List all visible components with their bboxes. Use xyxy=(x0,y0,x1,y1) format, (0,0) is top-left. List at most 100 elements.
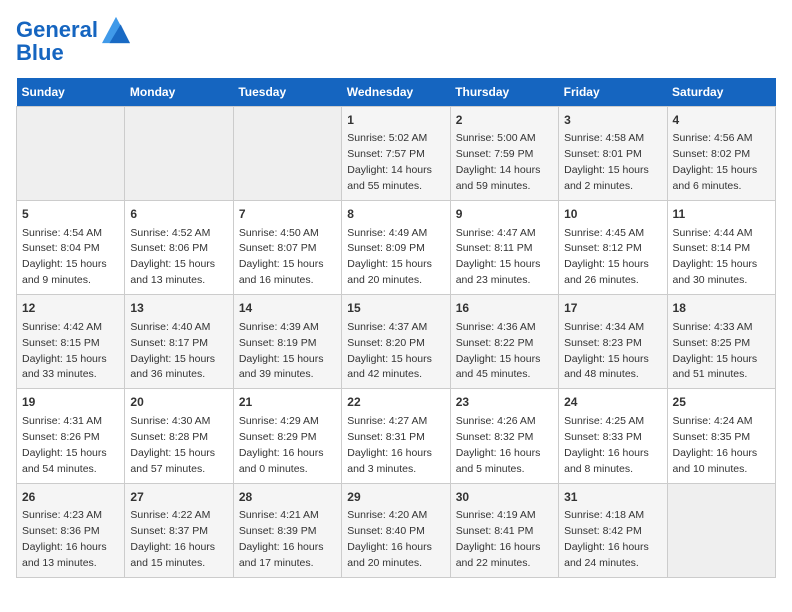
day-info: Sunrise: 4:20 AM Sunset: 8:40 PM Dayligh… xyxy=(347,509,432,569)
calendar-week-row: 5 Sunrise: 4:54 AM Sunset: 8:04 PM Daylig… xyxy=(17,201,776,295)
day-number: 5 xyxy=(22,206,119,223)
calendar-cell: 9 Sunrise: 4:47 AM Sunset: 8:11 PM Daylig… xyxy=(450,201,558,295)
day-number: 22 xyxy=(347,394,444,411)
day-number: 9 xyxy=(456,206,553,223)
day-number: 23 xyxy=(456,394,553,411)
day-header-friday: Friday xyxy=(559,78,667,107)
day-info: Sunrise: 4:37 AM Sunset: 8:20 PM Dayligh… xyxy=(347,321,432,381)
day-header-monday: Monday xyxy=(125,78,233,107)
day-info: Sunrise: 4:49 AM Sunset: 8:09 PM Dayligh… xyxy=(347,227,432,287)
day-info: Sunrise: 4:39 AM Sunset: 8:19 PM Dayligh… xyxy=(239,321,324,381)
day-info: Sunrise: 4:45 AM Sunset: 8:12 PM Dayligh… xyxy=(564,227,649,287)
day-number: 18 xyxy=(673,300,770,317)
calendar-week-row: 19 Sunrise: 4:31 AM Sunset: 8:26 PM Dayli… xyxy=(17,389,776,483)
day-number: 12 xyxy=(22,300,119,317)
calendar-cell: 2 Sunrise: 5:00 AM Sunset: 7:59 PM Daylig… xyxy=(450,107,558,201)
calendar-cell: 26Sunrise: 4:23 AM Sunset: 8:36 PM Dayli… xyxy=(17,483,125,577)
day-number: 24 xyxy=(564,394,661,411)
day-number: 10 xyxy=(564,206,661,223)
day-info: Sunrise: 4:58 AM Sunset: 8:01 PM Dayligh… xyxy=(564,132,649,192)
day-info: Sunrise: 4:27 AM Sunset: 8:31 PM Dayligh… xyxy=(347,415,432,475)
calendar-cell: 21Sunrise: 4:29 AM Sunset: 8:29 PM Dayli… xyxy=(233,389,341,483)
day-number: 8 xyxy=(347,206,444,223)
day-number: 17 xyxy=(564,300,661,317)
calendar-cell: 29 Sunrise: 4:20 AM Sunset: 8:40 PM Dayli… xyxy=(342,483,450,577)
logo-text: General xyxy=(16,18,98,42)
logo-icon xyxy=(102,16,130,44)
calendar-cell: 24 Sunrise: 4:25 AM Sunset: 8:33 PM Dayli… xyxy=(559,389,667,483)
calendar-cell: 5 Sunrise: 4:54 AM Sunset: 8:04 PM Daylig… xyxy=(17,201,125,295)
calendar-cell: 18 Sunrise: 4:33 AM Sunset: 8:25 PM Dayli… xyxy=(667,295,775,389)
day-number: 6 xyxy=(130,206,227,223)
day-number: 16 xyxy=(456,300,553,317)
day-header-wednesday: Wednesday xyxy=(342,78,450,107)
calendar-cell xyxy=(125,107,233,201)
day-number: 31 xyxy=(564,489,661,506)
calendar-cell: 27 Sunrise: 4:22 AM Sunset: 8:37 PM Dayli… xyxy=(125,483,233,577)
calendar-cell: 17 Sunrise: 4:34 AM Sunset: 8:23 PM Dayli… xyxy=(559,295,667,389)
calendar-cell: 16 Sunrise: 4:36 AM Sunset: 8:22 PM Dayli… xyxy=(450,295,558,389)
day-info: Sunrise: 4:21 AM Sunset: 8:39 PM Dayligh… xyxy=(239,509,324,569)
day-number: 29 xyxy=(347,489,444,506)
calendar-cell: 10 Sunrise: 4:45 AM Sunset: 8:12 PM Dayli… xyxy=(559,201,667,295)
day-number: 3 xyxy=(564,112,661,129)
day-info: Sunrise: 4:47 AM Sunset: 8:11 PM Dayligh… xyxy=(456,227,541,287)
day-number: 1 xyxy=(347,112,444,129)
calendar-cell: 11 Sunrise: 4:44 AM Sunset: 8:14 PM Dayli… xyxy=(667,201,775,295)
calendar-cell: 6Sunrise: 4:52 AM Sunset: 8:06 PM Daylig… xyxy=(125,201,233,295)
day-number: 11 xyxy=(673,206,770,223)
calendar-cell: 20Sunrise: 4:30 AM Sunset: 8:28 PM Dayli… xyxy=(125,389,233,483)
day-header-thursday: Thursday xyxy=(450,78,558,107)
calendar-week-row: 26Sunrise: 4:23 AM Sunset: 8:36 PM Dayli… xyxy=(17,483,776,577)
calendar-cell: 12 Sunrise: 4:42 AM Sunset: 8:15 PM Dayli… xyxy=(17,295,125,389)
day-number: 15 xyxy=(347,300,444,317)
calendar-cell: 8 Sunrise: 4:49 AM Sunset: 8:09 PM Daylig… xyxy=(342,201,450,295)
calendar-cell: 28Sunrise: 4:21 AM Sunset: 8:39 PM Dayli… xyxy=(233,483,341,577)
day-number: 7 xyxy=(239,206,336,223)
calendar-cell: 30 Sunrise: 4:19 AM Sunset: 8:41 PM Dayli… xyxy=(450,483,558,577)
calendar-week-row: 1 Sunrise: 5:02 AM Sunset: 7:57 PM Daylig… xyxy=(17,107,776,201)
day-info: Sunrise: 4:42 AM Sunset: 8:15 PM Dayligh… xyxy=(22,321,107,381)
day-number: 27 xyxy=(130,489,227,506)
day-number: 14 xyxy=(239,300,336,317)
day-number: 26 xyxy=(22,489,119,506)
calendar-cell: 19 Sunrise: 4:31 AM Sunset: 8:26 PM Dayli… xyxy=(17,389,125,483)
calendar-cell: 4Sunrise: 4:56 AM Sunset: 8:02 PM Daylig… xyxy=(667,107,775,201)
day-number: 13 xyxy=(130,300,227,317)
page-header: General Blue xyxy=(16,16,776,66)
day-info: Sunrise: 5:00 AM Sunset: 7:59 PM Dayligh… xyxy=(456,132,541,192)
day-number: 25 xyxy=(673,394,770,411)
calendar-cell: 31 Sunrise: 4:18 AM Sunset: 8:42 PM Dayli… xyxy=(559,483,667,577)
day-info: Sunrise: 4:33 AM Sunset: 8:25 PM Dayligh… xyxy=(673,321,758,381)
calendar-cell xyxy=(233,107,341,201)
calendar-cell: 3 Sunrise: 4:58 AM Sunset: 8:01 PM Daylig… xyxy=(559,107,667,201)
day-info: Sunrise: 4:25 AM Sunset: 8:33 PM Dayligh… xyxy=(564,415,649,475)
day-number: 2 xyxy=(456,112,553,129)
day-info: Sunrise: 4:19 AM Sunset: 8:41 PM Dayligh… xyxy=(456,509,541,569)
calendar-table: SundayMondayTuesdayWednesdayThursdayFrid… xyxy=(16,78,776,578)
day-info: Sunrise: 5:02 AM Sunset: 7:57 PM Dayligh… xyxy=(347,132,432,192)
day-header-sunday: Sunday xyxy=(17,78,125,107)
calendar-cell: 1 Sunrise: 5:02 AM Sunset: 7:57 PM Daylig… xyxy=(342,107,450,201)
day-info: Sunrise: 4:40 AM Sunset: 8:17 PM Dayligh… xyxy=(130,321,215,381)
day-info: Sunrise: 4:44 AM Sunset: 8:14 PM Dayligh… xyxy=(673,227,758,287)
day-info: Sunrise: 4:54 AM Sunset: 8:04 PM Dayligh… xyxy=(22,227,107,287)
calendar-cell: 7Sunrise: 4:50 AM Sunset: 8:07 PM Daylig… xyxy=(233,201,341,295)
day-info: Sunrise: 4:31 AM Sunset: 8:26 PM Dayligh… xyxy=(22,415,107,475)
day-info: Sunrise: 4:22 AM Sunset: 8:37 PM Dayligh… xyxy=(130,509,215,569)
day-info: Sunrise: 4:34 AM Sunset: 8:23 PM Dayligh… xyxy=(564,321,649,381)
calendar-cell: 23Sunrise: 4:26 AM Sunset: 8:32 PM Dayli… xyxy=(450,389,558,483)
day-info: Sunrise: 4:24 AM Sunset: 8:35 PM Dayligh… xyxy=(673,415,758,475)
day-number: 30 xyxy=(456,489,553,506)
day-info: Sunrise: 4:18 AM Sunset: 8:42 PM Dayligh… xyxy=(564,509,649,569)
day-info: Sunrise: 4:36 AM Sunset: 8:22 PM Dayligh… xyxy=(456,321,541,381)
day-info: Sunrise: 4:29 AM Sunset: 8:29 PM Dayligh… xyxy=(239,415,324,475)
day-number: 19 xyxy=(22,394,119,411)
calendar-cell: 13 Sunrise: 4:40 AM Sunset: 8:17 PM Dayli… xyxy=(125,295,233,389)
day-header-saturday: Saturday xyxy=(667,78,775,107)
calendar-cell: 14 Sunrise: 4:39 AM Sunset: 8:19 PM Dayli… xyxy=(233,295,341,389)
day-info: Sunrise: 4:56 AM Sunset: 8:02 PM Dayligh… xyxy=(673,132,758,192)
calendar-cell xyxy=(667,483,775,577)
calendar-cell xyxy=(17,107,125,201)
calendar-cell: 25 Sunrise: 4:24 AM Sunset: 8:35 PM Dayli… xyxy=(667,389,775,483)
